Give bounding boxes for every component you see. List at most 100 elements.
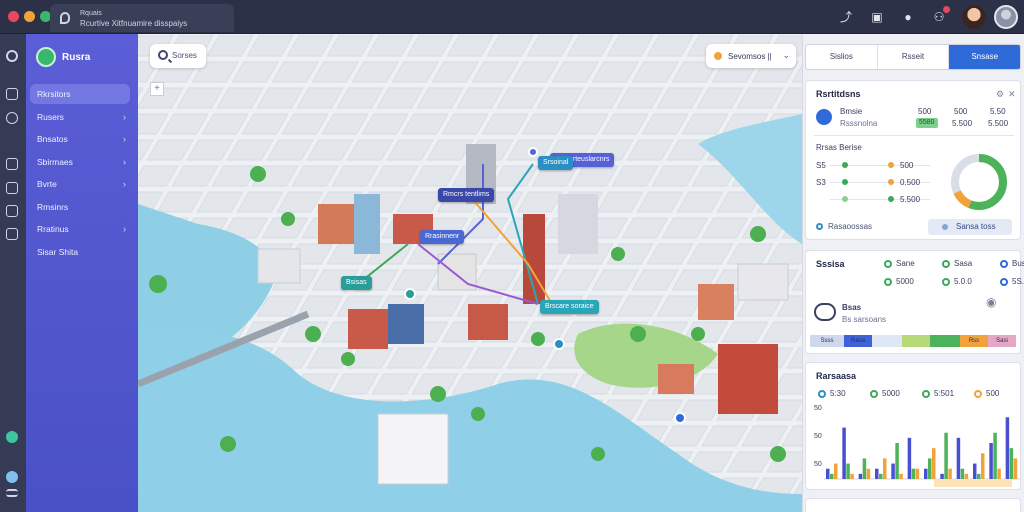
sidebar-item-4[interactable]: Bvrte ›: [30, 174, 130, 194]
stat-1-top: 500: [918, 107, 932, 116]
bar-s0-c5: [907, 437, 912, 479]
sidebar-item-6[interactable]: Rratinus ›: [30, 219, 130, 239]
status-label: Buss: [1012, 259, 1024, 268]
bar-s1-c8: [960, 468, 965, 479]
item-title: Bsas: [842, 303, 862, 312]
strip-segment: Sasi: [988, 335, 1016, 347]
sidebar-item-label: Bvrte: [37, 179, 57, 189]
avatar-woman[interactable]: [962, 5, 986, 29]
chevron-down-icon: ⌄: [782, 50, 790, 60]
legend-dot: [870, 390, 878, 398]
clipboard-icon[interactable]: ▣: [870, 10, 884, 24]
brand-name: Rusra: [62, 52, 91, 63]
bar-s2-c10: [997, 468, 1001, 479]
status-label: Sasa: [954, 259, 973, 268]
square-icon[interactable]: [6, 158, 18, 170]
bar-s0-c2: [858, 473, 863, 479]
status-dot: [884, 260, 892, 268]
sidebar-item-3[interactable]: Sbirmaes ›: [30, 152, 130, 172]
chevron-right-icon: ›: [123, 224, 126, 234]
location-pin-icon: [60, 12, 70, 24]
team-icon[interactable]: ⚇: [932, 6, 950, 24]
map-view[interactable]: Sorses + Sevomsos || ⌄ Ssmt rteuslarcnrs…: [138, 34, 802, 512]
stat-3-top: 5.50: [990, 107, 1006, 116]
list-row-value: 0.500: [900, 178, 921, 187]
donut-chart: [951, 154, 1007, 210]
stat-3-value: 5.500: [988, 119, 1009, 128]
chevron-right-icon: ›: [123, 156, 126, 167]
sidebar-item-5[interactable]: Rmsinrs: [30, 197, 130, 217]
map-search[interactable]: Sorses: [150, 44, 206, 68]
close-window-button[interactable]: [8, 11, 19, 22]
export-icon[interactable]: [6, 205, 18, 217]
layer-select[interactable]: Sevomsos || ⌄: [706, 44, 796, 68]
sidebar-item-2[interactable]: Bnsatos ›: [30, 129, 130, 149]
browser-tab[interactable]: Rquais Rcurtive Xitfnuamire disspaiys: [50, 4, 234, 32]
summary-card: Rsrtitdsns ⚙ ✕ Bmsie Rsssnolna 500 5580 …: [805, 80, 1021, 240]
strip-segment: [930, 335, 960, 347]
globe-icon[interactable]: [6, 50, 18, 62]
footer-text: Rasaoossas: [828, 222, 873, 231]
city-map[interactable]: [138, 34, 802, 512]
search-icon: [158, 50, 168, 60]
legend-dot: [974, 390, 982, 398]
avatar-person[interactable]: [994, 5, 1018, 29]
document-icon[interactable]: [6, 228, 18, 240]
notification-badge: [943, 6, 950, 13]
list-row-label: S3: [816, 178, 826, 187]
brand-logo-icon: [36, 47, 56, 67]
panel-tab-1[interactable]: Rsseit: [878, 45, 950, 69]
target-icon[interactable]: ◉: [986, 295, 996, 309]
sidebar-item-label: Sisar Shita: [37, 246, 79, 257]
legend-value: 5000: [882, 389, 900, 398]
status-card-title: Sssisa: [816, 259, 845, 269]
record-icon[interactable]: ●: [901, 10, 915, 24]
bar-s2-c11: [1013, 458, 1018, 479]
home-icon[interactable]: [6, 182, 18, 194]
status-blue-icon: [6, 471, 18, 483]
right-panel: Sislios Rsseit Snsase Rsrtitdsns ⚙ ✕ Bmsie…: [802, 34, 1024, 512]
route-icon[interactable]: ⤴: [839, 10, 853, 24]
minimize-window-button[interactable]: [24, 11, 35, 22]
panel-tab-2[interactable]: Snsase: [949, 45, 1020, 69]
bar-s1-c7: [944, 432, 948, 479]
layer-status-icon: [714, 52, 722, 60]
bar-s0-c0: [826, 468, 830, 479]
status-value: 5.0.0: [954, 277, 972, 286]
subject-subtitle: Rsssnolna: [840, 119, 878, 128]
clock-icon[interactable]: [6, 112, 18, 124]
bar-s1-c11: [1009, 448, 1014, 479]
map-callout-2[interactable]: Rrasinnenr: [420, 230, 465, 244]
bar-s1-c5: [911, 468, 916, 479]
settings-icon[interactable]: ⚙: [996, 89, 1004, 100]
menu-icon[interactable]: [6, 489, 18, 497]
close-icon[interactable]: ✕: [1008, 89, 1016, 100]
status-value: 5S.s30: [1012, 277, 1024, 286]
bar-s1-c2: [862, 458, 867, 479]
bar-s2-c6: [932, 448, 936, 479]
divider: [814, 135, 1014, 136]
layer-select-value: Sevomsos ||: [728, 52, 772, 61]
footer-button[interactable]: Sansa toss: [928, 219, 1012, 235]
stat-2-top: 500: [954, 107, 968, 116]
zoom-in-button[interactable]: +: [150, 82, 164, 96]
map-callout-3[interactable]: Srsoinal: [538, 156, 574, 170]
map-callout-5[interactable]: Bsisas: [341, 276, 372, 290]
map-callout-4[interactable]: Brscare soraice: [540, 300, 599, 314]
map-callout-1[interactable]: Rmcrs tentlims: [438, 188, 495, 202]
inbox-icon[interactable]: [6, 88, 18, 100]
bar-s1-c6: [928, 458, 932, 479]
panel-tab-0[interactable]: Sislios: [806, 45, 878, 69]
sidebar-item-label: Rratinus: [37, 224, 69, 234]
strip-segment: Rss: [960, 335, 988, 347]
bar-s2-c4: [899, 473, 903, 479]
stat-1-pill: 5580: [916, 118, 938, 128]
sidebar-item-7[interactable]: Sisar Shita: [30, 242, 130, 262]
bar-s0-c10: [989, 443, 993, 479]
tab-subtitle: Rcurtive Xitfnuamire disspaiys: [80, 19, 188, 28]
sidebar-item-label: Bnsatos: [37, 134, 68, 144]
sidebar-item-0[interactable]: Rkrsitors: [30, 84, 130, 104]
sidebar-item-1[interactable]: Rusers ›: [30, 107, 130, 127]
stat-2-value: 5.500: [952, 119, 973, 128]
color-strip: Ssss Rasa Rss Sasi: [810, 335, 1016, 347]
